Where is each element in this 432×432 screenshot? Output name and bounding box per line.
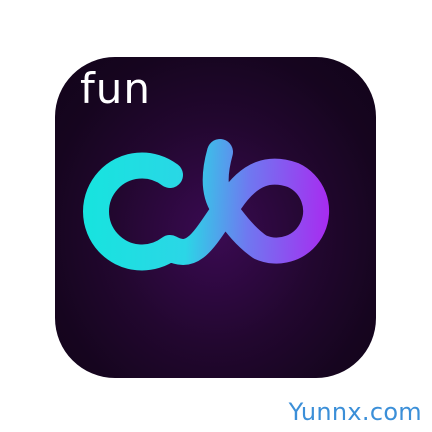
app-icon[interactable]: fun (55, 57, 376, 378)
watermark: Yunnx.com (288, 398, 422, 426)
infinity-loop-logo-icon (83, 139, 330, 271)
